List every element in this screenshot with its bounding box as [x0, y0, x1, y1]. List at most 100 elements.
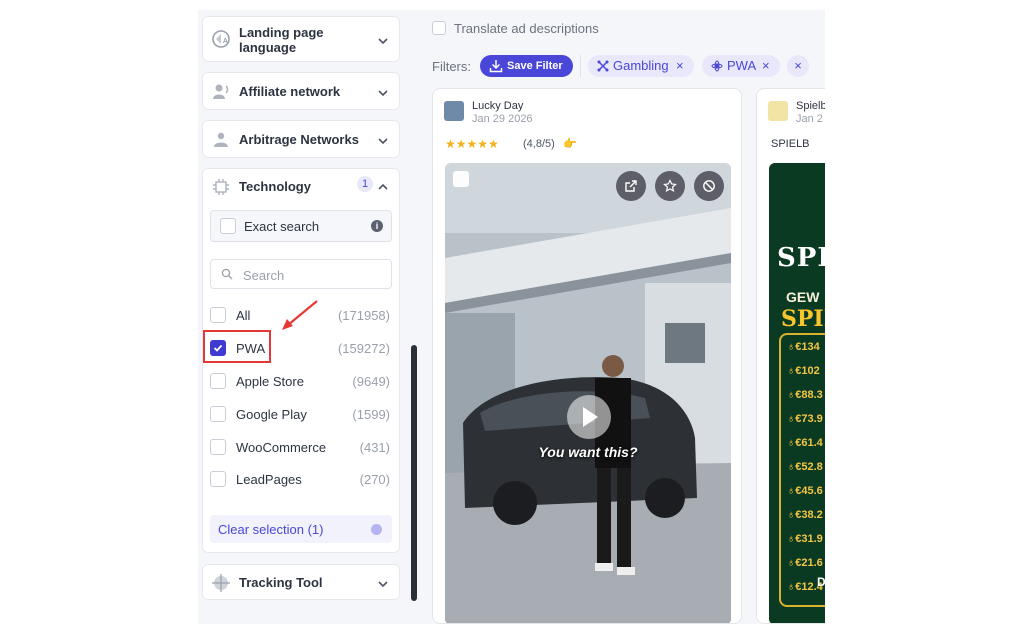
- clear-selection-label: Clear selection (1): [218, 522, 324, 537]
- option-label: Apple Store: [236, 374, 304, 389]
- option-count: (159272): [337, 341, 390, 356]
- ad-video[interactable]: You want this?: [445, 163, 731, 623]
- exact-search-checkbox[interactable]: [220, 218, 236, 234]
- section-title: Tracking Tool: [239, 575, 323, 590]
- creative-subline: GEW: [786, 289, 820, 305]
- prize-row: ♁€52.8: [787, 461, 823, 473]
- info-icon[interactable]: i: [371, 220, 383, 232]
- clear-selection-button[interactable]: Clear selection (1): [210, 515, 392, 543]
- filters-label: Filters:: [432, 59, 471, 74]
- svg-text:A: A: [223, 38, 228, 45]
- search-icon: [221, 268, 233, 280]
- brand-text: SPIELB: [771, 138, 810, 150]
- sidebar-scrollbar[interactable]: [411, 345, 417, 601]
- section-tracking-tool[interactable]: Tracking Tool: [202, 564, 400, 600]
- prize-row: ♁€21.6: [787, 557, 823, 569]
- section-title[interactable]: Technology: [239, 179, 367, 194]
- option-checkbox[interactable]: [210, 373, 226, 389]
- option-checkbox[interactable]: [210, 471, 226, 487]
- prize-row: ♁€31.9: [787, 533, 823, 545]
- option-apple-store[interactable]: Apple Store (9649): [210, 371, 392, 391]
- play-button[interactable]: [567, 395, 611, 439]
- star-rating-icon: ★★★★★: [445, 137, 499, 151]
- prize-row: ♁€88.3: [787, 389, 823, 401]
- video-thumbnail: [445, 163, 731, 623]
- prize-row: ♁€61.4: [787, 437, 823, 449]
- exact-search-toggle[interactable]: Exact search i: [210, 210, 392, 242]
- download-icon: [489, 60, 503, 73]
- pwa-icon: [711, 60, 723, 72]
- option-count: (171958): [337, 308, 390, 323]
- chevron-down-icon[interactable]: [377, 134, 389, 146]
- select-ad-checkbox[interactable]: [453, 171, 469, 187]
- section-title: Arbitrage Networks: [239, 132, 359, 147]
- open-external-button[interactable]: [616, 171, 646, 201]
- option-woocommerce[interactable]: WooCommerce (431): [210, 437, 392, 457]
- option-google-play[interactable]: Google Play (1599): [210, 404, 392, 424]
- people-icon: [211, 82, 231, 102]
- option-count: (1599): [352, 407, 390, 422]
- option-checkbox[interactable]: [210, 406, 226, 422]
- chevron-down-icon[interactable]: [377, 577, 389, 589]
- ad-title: Lucky Day: [472, 100, 524, 112]
- option-count: (431): [359, 440, 390, 455]
- ad-title: Spielb: [796, 100, 827, 112]
- prize-row: ♁€134: [787, 341, 820, 353]
- chevron-down-icon[interactable]: [377, 86, 389, 98]
- remove-chip-icon[interactable]: ×: [676, 58, 684, 73]
- highlight-annotation: [203, 330, 271, 363]
- prize-row: ♁€45.6: [787, 485, 823, 497]
- option-checkbox[interactable]: [210, 307, 226, 323]
- option-count: (9649): [352, 374, 390, 389]
- video-caption: You want this?: [538, 444, 638, 460]
- option-label: LeadPages: [236, 472, 302, 487]
- translate-label: Translate ad descriptions: [454, 21, 599, 36]
- annotation-arrow-icon: [282, 300, 318, 330]
- remove-chip-icon[interactable]: ×: [762, 58, 770, 73]
- option-checkbox[interactable]: [210, 439, 226, 455]
- creative-headline: SPI: [777, 243, 831, 273]
- filter-chip-pwa[interactable]: PWA ×: [702, 55, 780, 77]
- ad-card[interactable]: Lucky Day Jan 29 2026 ★★★★★ (4,8/5) 👉 Yo…: [432, 88, 742, 624]
- section-title: Affiliate network: [239, 84, 341, 99]
- divider: [580, 55, 581, 77]
- option-count: (270): [359, 472, 390, 487]
- section-landing-page-language[interactable]: A Landing page language: [202, 16, 400, 62]
- option-leadpages[interactable]: LeadPages (270): [210, 469, 392, 489]
- play-icon: [583, 407, 598, 427]
- filter-chip-gambling[interactable]: Gambling ×: [588, 55, 694, 77]
- save-filter-button[interactable]: Save Filter: [480, 55, 573, 77]
- gambling-icon: [597, 60, 609, 72]
- translate-icon: A: [211, 29, 231, 49]
- block-icon: [703, 180, 715, 192]
- clear-filters-button[interactable]: ×: [787, 55, 809, 77]
- favorite-button[interactable]: [655, 171, 685, 201]
- technology-icon: [211, 177, 231, 197]
- exact-search-label: Exact search: [244, 219, 320, 234]
- chevron-down-icon[interactable]: [377, 34, 389, 46]
- technology-search[interactable]: [210, 259, 392, 289]
- translate-checkbox[interactable]: [432, 21, 446, 35]
- option-label: WooCommerce: [236, 440, 327, 455]
- section-affiliate-network[interactable]: Affiliate network: [202, 72, 400, 110]
- page-margin: [825, 0, 1023, 624]
- pointing-hand-icon: 👉: [563, 138, 577, 150]
- advertiser-avatar: [768, 101, 788, 121]
- star-icon: [663, 179, 677, 192]
- hide-ad-button[interactable]: [694, 171, 724, 201]
- selected-count-badge: 1: [357, 176, 373, 192]
- prize-row: ♁€73.9: [787, 413, 823, 425]
- chevron-up-icon[interactable]: [377, 180, 389, 192]
- search-input[interactable]: [241, 265, 385, 285]
- option-label: All: [236, 308, 251, 323]
- ad-date: Jan 29 2026: [472, 113, 533, 125]
- prize-row: ♁€38.2: [787, 509, 823, 521]
- save-filter-label: Save Filter: [507, 60, 563, 72]
- external-link-icon: [625, 180, 637, 192]
- section-title: Landing page language: [239, 25, 324, 55]
- close-icon[interactable]: [371, 524, 382, 535]
- chip-label: PWA: [727, 58, 757, 73]
- prize-row: ♁€102: [787, 365, 820, 377]
- chip-label: Gambling: [613, 58, 669, 73]
- section-arbitrage-networks[interactable]: Arbitrage Networks: [202, 120, 400, 158]
